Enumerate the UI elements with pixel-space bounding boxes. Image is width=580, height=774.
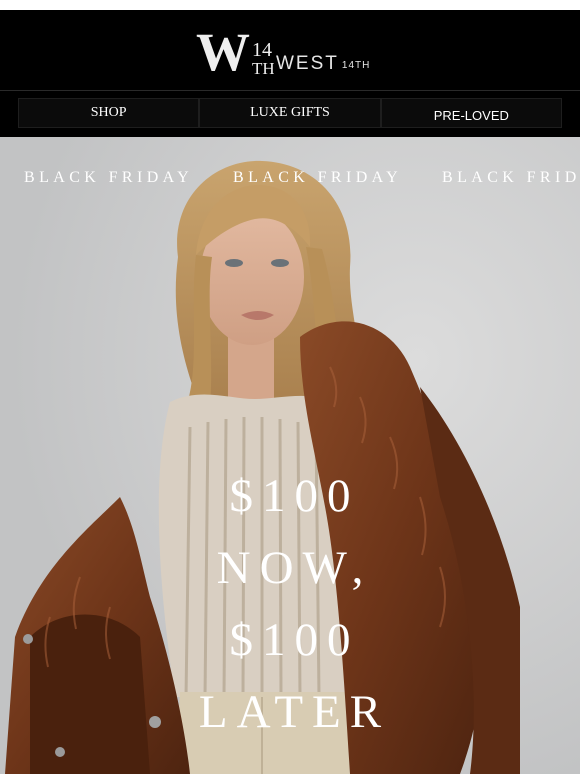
nav-pre-loved-link[interactable]: PRE-LOVED xyxy=(380,98,562,128)
brand-logo[interactable]: W 14 TH WEST 14TH xyxy=(196,24,370,84)
ticker-text: BLACK FRIDAY xyxy=(24,169,194,186)
headline-line: NOW, xyxy=(216,542,373,594)
nav-luxe-gifts-link[interactable]: LUXE GIFTS xyxy=(199,98,381,128)
ticker-text: BLACK FRID xyxy=(442,169,580,186)
ticker-text: BLACK FRIDAY xyxy=(233,169,403,186)
promo-headline: $100 NOW, $100 LATER xyxy=(0,473,580,761)
headline-line: $100 xyxy=(229,614,360,666)
svg-text:W: W xyxy=(196,24,250,82)
hero-banner[interactable]: BLACK FRIDAY BLACK FRIDAY BLACK FRID $10… xyxy=(0,137,580,774)
email-page: W 14 TH WEST 14TH SHOP LUXE GIFTS PRE-LO… xyxy=(0,0,580,774)
svg-text:TH: TH xyxy=(252,59,274,78)
logo-superscript: 14TH xyxy=(341,60,371,71)
monogram-icon: W 14 TH xyxy=(196,24,274,82)
logo-word: WEST xyxy=(276,53,339,74)
header: W 14 TH WEST 14TH xyxy=(0,10,580,90)
main-nav: SHOP LUXE GIFTS PRE-LOVED xyxy=(0,90,580,137)
svg-text:14: 14 xyxy=(252,39,272,61)
headline-line: $100 xyxy=(229,470,360,522)
headline-line: LATER xyxy=(198,686,391,738)
nav-shop-link[interactable]: SHOP xyxy=(18,98,200,128)
